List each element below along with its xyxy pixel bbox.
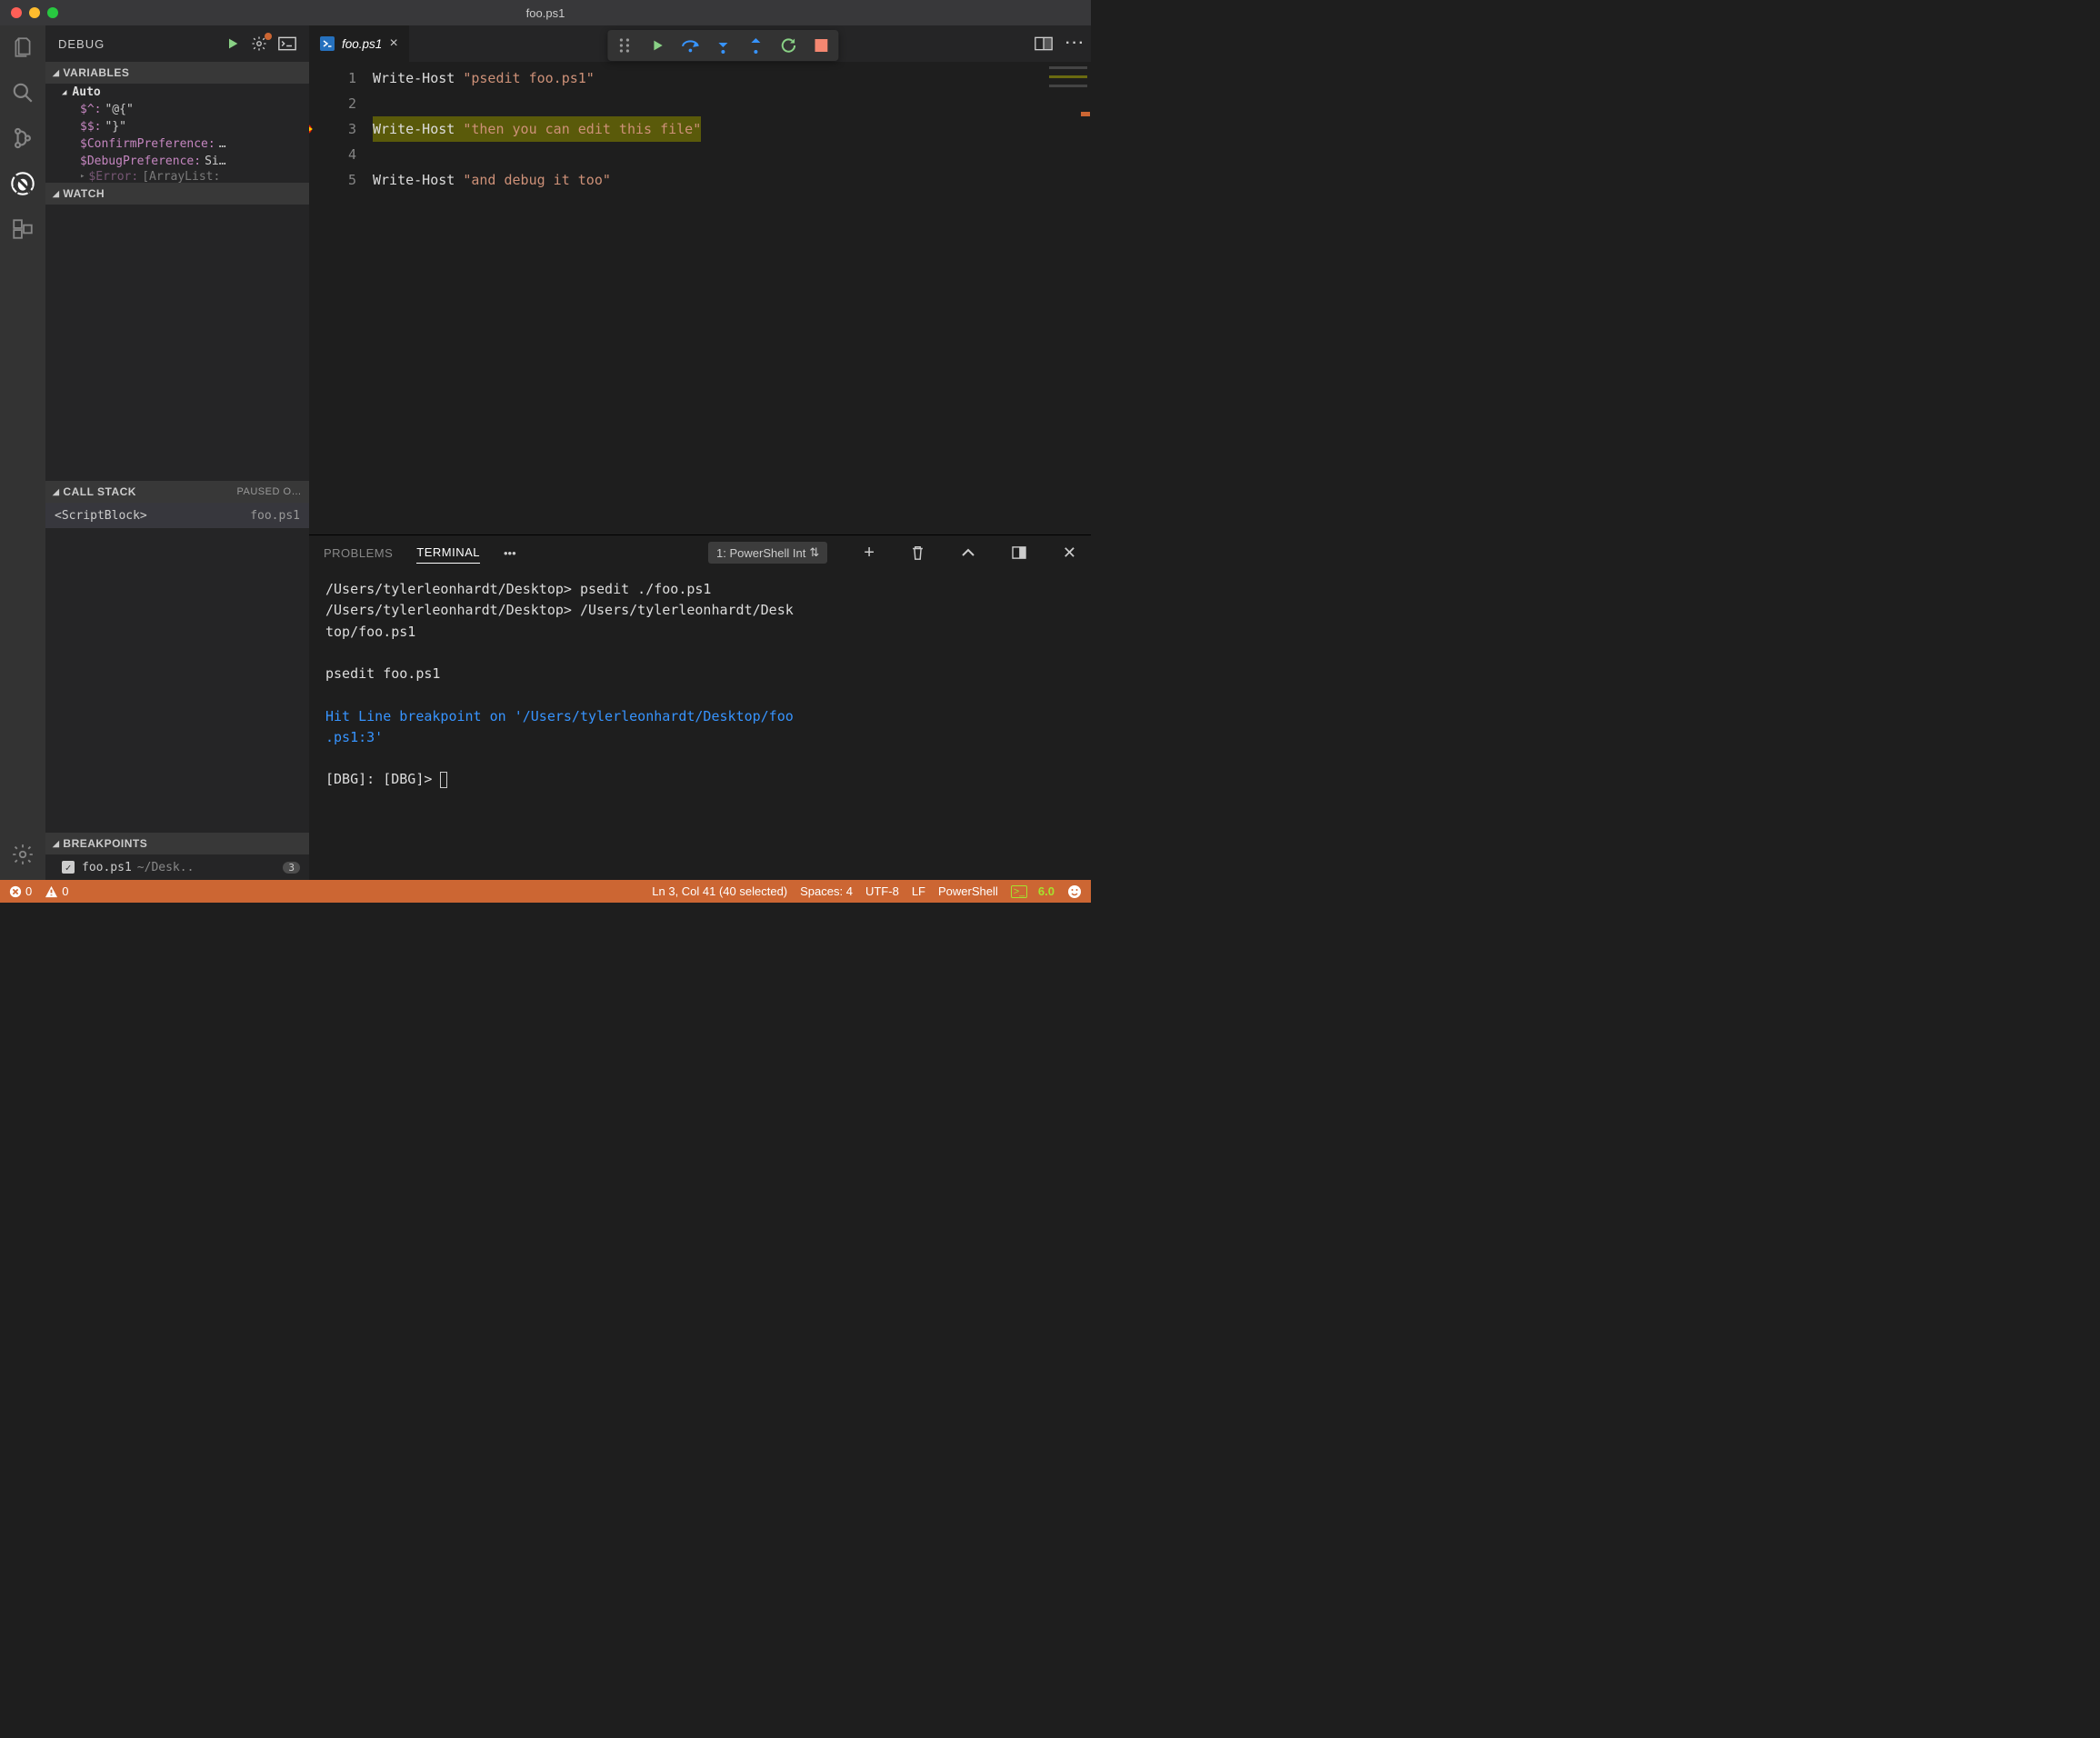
start-debug-button[interactable] <box>225 36 240 51</box>
problems-tab[interactable]: PROBLEMS <box>324 543 393 564</box>
breakpoint-current-icon <box>309 122 316 136</box>
status-indentation[interactable]: Spaces: 4 <box>800 884 853 898</box>
variables-scope-auto[interactable]: ◢ Auto <box>45 84 309 101</box>
status-errors[interactable]: 0 <box>9 884 32 898</box>
terminal-selector[interactable]: 1: PowerShell Int⇅ <box>708 542 827 564</box>
twisty-down-icon: ◢ <box>53 839 59 849</box>
twisty-down-icon: ◢ <box>62 88 66 97</box>
debug-icon[interactable] <box>10 171 35 196</box>
maximize-panel-button[interactable] <box>961 548 975 557</box>
debug-config-button[interactable] <box>251 35 267 52</box>
debug-console-button[interactable] <box>278 36 296 51</box>
variable-row[interactable]: $$:"}" <box>45 118 309 135</box>
source-control-icon[interactable] <box>10 125 35 151</box>
twisty-down-icon: ◢ <box>53 189 59 199</box>
restart-button[interactable] <box>778 35 798 55</box>
bottom-panel: PROBLEMS TERMINAL ••• 1: PowerShell Int⇅… <box>309 534 1091 880</box>
breakpoints-section-header[interactable]: ◢ BREAKPOINTS <box>45 833 309 854</box>
debug-sidebar: DEBUG ◢ VARIABLES ◢ Auto <box>45 25 309 880</box>
stop-button[interactable] <box>811 35 831 55</box>
status-bar: 0 0 Ln 3, Col 41 (40 selected) Spaces: 4… <box>0 880 1091 903</box>
code-editor[interactable]: 1 2 3 4 5 Write-Host "psedit foo.ps1" Wr… <box>309 62 1091 534</box>
activity-bar <box>0 25 45 880</box>
panel-overflow-button[interactable]: ••• <box>504 546 516 560</box>
continue-button[interactable] <box>647 35 667 55</box>
variables-section: ◢ Auto $^:"@{" $$:"}" $ConfirmPreference… <box>45 84 309 183</box>
variable-row[interactable]: $ConfirmPreference:… <box>45 135 309 153</box>
step-into-button[interactable] <box>713 35 733 55</box>
watch-section-header[interactable]: ◢ WATCH <box>45 183 309 205</box>
code-area[interactable]: Write-Host "psedit foo.ps1" Write-Host "… <box>373 62 1045 534</box>
settings-gear-icon[interactable] <box>10 842 35 867</box>
callstack-section-header[interactable]: ◢ CALL STACK PAUSED O… <box>45 481 309 503</box>
editor-tabbar: foo.ps1 × ··· <box>309 25 1091 62</box>
debug-title: DEBUG <box>58 37 225 51</box>
powershell-file-icon <box>320 36 335 51</box>
close-tab-button[interactable]: × <box>389 35 397 52</box>
drag-handle-icon[interactable] <box>615 35 635 55</box>
status-ps-version[interactable]: >_ 6.0 <box>1011 884 1055 898</box>
variable-row[interactable]: ▸$Error:[ArrayList: <box>45 170 309 183</box>
twisty-down-icon: ◢ <box>53 68 59 78</box>
debug-toolbar[interactable] <box>607 30 838 61</box>
status-cursor-position[interactable]: Ln 3, Col 41 (40 selected) <box>652 884 787 898</box>
toggle-panel-button[interactable] <box>1012 546 1026 559</box>
titlebar: foo.ps1 <box>0 0 1091 25</box>
split-editor-button[interactable] <box>1035 36 1053 51</box>
extensions-icon[interactable] <box>10 216 35 242</box>
editor-group: foo.ps1 × ··· 1 <box>309 25 1091 880</box>
search-icon[interactable] <box>10 80 35 105</box>
line-gutter: 1 2 3 4 5 <box>309 62 373 534</box>
callstack-spacer <box>45 528 309 833</box>
scrollbar[interactable] <box>1080 62 1091 534</box>
step-over-button[interactable] <box>680 35 700 55</box>
breakpoint-row[interactable]: ✓ foo.ps1 ~/Desk.. 3 <box>45 854 309 880</box>
window-title: foo.ps1 <box>0 6 1091 20</box>
status-warnings[interactable]: 0 <box>45 884 68 898</box>
explorer-icon[interactable] <box>10 35 35 60</box>
new-terminal-button[interactable]: + <box>864 543 875 564</box>
panel-tab-bar: PROBLEMS TERMINAL ••• 1: PowerShell Int⇅… <box>309 535 1091 570</box>
chevron-updown-icon: ⇅ <box>809 545 819 560</box>
twisty-down-icon: ◢ <box>53 487 59 497</box>
status-eol[interactable]: LF <box>912 884 925 898</box>
status-feedback-icon[interactable] <box>1067 884 1082 899</box>
close-panel-button[interactable]: ✕ <box>1063 544 1076 563</box>
editor-tab-foo[interactable]: foo.ps1 × <box>309 25 409 62</box>
status-language[interactable]: PowerShell <box>938 884 998 898</box>
terminal-tab[interactable]: TERMINAL <box>416 542 480 564</box>
status-encoding[interactable]: UTF-8 <box>865 884 899 898</box>
terminal-output[interactable]: /Users/tylerleonhardt/Desktop> psedit ./… <box>309 570 1091 880</box>
kill-terminal-button[interactable] <box>911 544 925 561</box>
variable-row[interactable]: $^:"@{" <box>45 101 309 118</box>
terminal-cursor <box>440 772 447 788</box>
variables-section-header[interactable]: ◢ VARIABLES <box>45 62 309 84</box>
terminal-icon: >_ <box>1011 885 1028 898</box>
step-out-button[interactable] <box>745 35 765 55</box>
more-actions-button[interactable]: ··· <box>1065 35 1085 52</box>
variable-row[interactable]: $DebugPreference:Si… <box>45 153 309 170</box>
callstack-frame[interactable]: <ScriptBlock> foo.ps1 <box>45 503 309 528</box>
watch-section <box>45 205 309 481</box>
debug-sidebar-header: DEBUG <box>45 25 309 62</box>
breakpoint-checkbox[interactable]: ✓ <box>62 861 75 874</box>
